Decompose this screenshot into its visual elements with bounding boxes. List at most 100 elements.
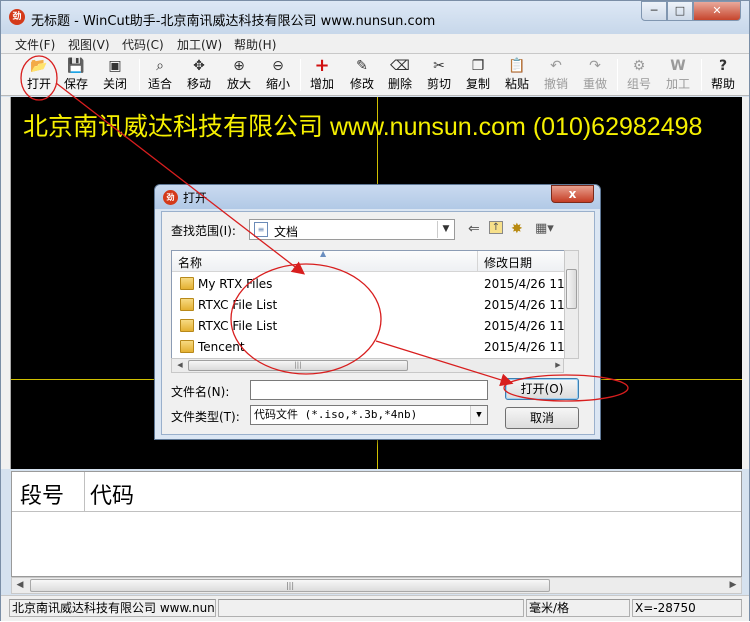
lookin-dropdown[interactable]: ≡ 文档 ▼ <box>249 219 455 240</box>
toolbar-paste-button[interactable]: 📋 粘贴 <box>503 57 531 95</box>
code-panel-header: 段号 代码 <box>12 472 741 512</box>
status-coordinate: X=-28750 <box>632 599 742 617</box>
toolbar-separator <box>139 59 140 91</box>
zoom-fit-icon: ⌕ <box>156 58 164 74</box>
column-modified-date[interactable]: 修改日期 <box>484 254 532 271</box>
view-menu-icon[interactable]: ▦▾ <box>535 221 554 237</box>
menu-view[interactable]: 视图(V) <box>68 36 110 53</box>
folder-icon <box>180 277 194 290</box>
open-button[interactable]: 打开(O) <box>505 378 579 400</box>
file-list-horizontal-scrollbar[interactable]: ◀ ||| ▶ <box>171 358 564 373</box>
column-segment-number[interactable]: 段号 <box>20 478 64 510</box>
toolbar-redo-button[interactable]: ↷ 重做 <box>581 57 609 95</box>
toolbar-zoom-out-button[interactable]: ⊖ 缩小 <box>264 57 292 95</box>
pan-icon: ✥ <box>193 58 205 74</box>
filetype-label: 文件类型(T): <box>171 410 240 424</box>
toolbar-pan-label: 移动 <box>186 77 211 91</box>
scroll-thumb[interactable]: ||| <box>188 360 408 371</box>
toolbar-undo-label: 撤销 <box>543 77 568 91</box>
app-logo-icon: 劲 <box>163 190 178 205</box>
status-empty <box>218 599 524 617</box>
app-logo-icon: 劲 <box>9 9 25 25</box>
dialog-close-button[interactable]: x <box>551 185 594 203</box>
dialog-title-bar[interactable]: 劲 打开 x <box>155 185 600 209</box>
new-folder-icon[interactable]: ✸ <box>511 221 523 237</box>
filetype-value: 代码文件 (*.iso,*.3b,*4nb) <box>254 408 418 421</box>
toolbar-copy-label: 复制 <box>465 77 490 91</box>
menu-help[interactable]: 帮助(H) <box>234 36 276 53</box>
group-number-icon: ⚙ <box>632 58 646 74</box>
toolbar-copy-button[interactable]: ❐ 复制 <box>464 57 492 95</box>
close-window-button[interactable]: ✕ <box>693 1 741 21</box>
scroll-right-icon[interactable]: ▶ <box>725 578 741 593</box>
toolbar-cut-button[interactable]: ✂ 剪切 <box>425 57 453 95</box>
eraser-icon: ⌫ <box>390 58 410 74</box>
zoom-in-icon: ⊕ <box>233 58 245 74</box>
column-name[interactable]: 名称 <box>178 254 202 271</box>
status-company: 北京南讯威达科技有限公司 www.nunsun.com <box>9 599 216 617</box>
toolbar-close-button[interactable]: ▣ 关闭 <box>101 57 129 95</box>
sort-ascending-icon: ▲ <box>320 250 327 258</box>
toolbar-zoom-in-button[interactable]: ⊕ 放大 <box>225 57 253 95</box>
toolbar-group-label: 组号 <box>626 77 651 91</box>
code-panel[interactable]: 段号 代码 <box>11 471 742 577</box>
file-name: RTXC File List <box>198 319 278 333</box>
toolbar-close-label: 关闭 <box>102 77 127 91</box>
toolbar-delete-button[interactable]: ⌫ 删除 <box>386 57 414 95</box>
toolbar-redo-label: 重做 <box>582 77 607 91</box>
add-icon: + <box>314 55 330 76</box>
menu-file[interactable]: 文件(F) <box>15 36 55 53</box>
column-code[interactable]: 代码 <box>90 478 134 510</box>
file-date: 2015/4/26 11:41 <box>484 298 575 312</box>
back-arrow-icon[interactable]: ⇐ <box>468 221 480 237</box>
scroll-thumb[interactable]: ||| <box>30 579 550 592</box>
toolbar-fit-button[interactable]: ⌕ 适合 <box>146 57 174 95</box>
menu-machining[interactable]: 加工(W) <box>177 36 222 53</box>
toolbar-save-label: 保存 <box>63 77 88 91</box>
file-row[interactable]: RTXC File List 2015/4/26 11:41 <box>172 295 574 315</box>
maximize-button[interactable]: □ <box>667 1 693 21</box>
toolbar-save-button[interactable]: 💾 保存 <box>62 57 90 95</box>
toolbar-open-button[interactable]: 📂 打开 <box>25 57 53 95</box>
copy-icon: ❐ <box>471 58 485 74</box>
toolbar-undo-button[interactable]: ↶ 撤销 <box>542 57 570 95</box>
horizontal-scrollbar[interactable]: ◀ ||| ▶ <box>11 577 742 594</box>
folder-icon <box>180 340 194 353</box>
column-divider[interactable] <box>84 472 85 512</box>
title-bar[interactable]: 劲 无标题 - WinCut助手-北京南讯威达科技有限公司 www.nunsun… <box>1 1 749 34</box>
filetype-dropdown[interactable]: 代码文件 (*.iso,*.3b,*4nb) ▼ <box>250 405 488 425</box>
toolbar-pan-button[interactable]: ✥ 移动 <box>185 57 213 95</box>
toolbar-separator <box>300 59 301 91</box>
chevron-down-icon[interactable]: ▼ <box>437 221 454 238</box>
minimize-button[interactable]: ─ <box>641 1 667 21</box>
file-row[interactable]: My RTX Files 2015/4/26 11:42 <box>172 274 574 294</box>
toolbar-machining-button[interactable]: W 加工 <box>664 57 692 95</box>
chevron-down-icon[interactable]: ▼ <box>470 406 487 424</box>
file-date: 2015/4/26 11:00 <box>484 340 575 354</box>
up-folder-icon[interactable]: ↑ <box>489 221 503 234</box>
menu-code[interactable]: 代码(C) <box>122 36 164 53</box>
toolbar-add-button[interactable]: + 增加 <box>308 57 336 95</box>
filename-input[interactable] <box>250 380 488 400</box>
file-row[interactable]: RTXC File List 2015/4/26 11:41 <box>172 316 574 336</box>
file-date: 2015/4/26 11:41 <box>484 319 575 333</box>
toolbar-group-button[interactable]: ⚙ 组号 <box>625 57 653 95</box>
toolbar-edit-button[interactable]: ✎ 修改 <box>348 57 376 95</box>
toolbar-cut-label: 剪切 <box>426 77 451 91</box>
file-list[interactable]: 名称 ▲ 修改日期 My RTX Files 2015/4/26 11:42 R… <box>171 250 575 359</box>
scroll-left-icon[interactable]: ◀ <box>172 359 188 372</box>
column-divider[interactable] <box>477 251 478 272</box>
file-list-vertical-scrollbar[interactable] <box>564 250 579 359</box>
toolbar-help-label: 帮助 <box>710 77 735 91</box>
file-row[interactable]: Tencent 2015/4/26 11:00 <box>172 337 574 357</box>
scroll-right-icon[interactable]: ▶ <box>550 359 566 372</box>
file-list-header: 名称 ▲ 修改日期 <box>172 251 574 272</box>
scroll-left-icon[interactable]: ◀ <box>12 578 28 593</box>
file-name: Tencent <box>198 340 245 354</box>
document-icon: ≡ <box>254 222 268 237</box>
cancel-button[interactable]: 取消 <box>505 407 579 429</box>
file-name: My RTX Files <box>198 277 273 291</box>
toolbar-help-button[interactable]: ? 帮助 <box>709 57 737 95</box>
undo-icon: ↶ <box>550 58 562 74</box>
scroll-thumb[interactable] <box>566 269 577 309</box>
